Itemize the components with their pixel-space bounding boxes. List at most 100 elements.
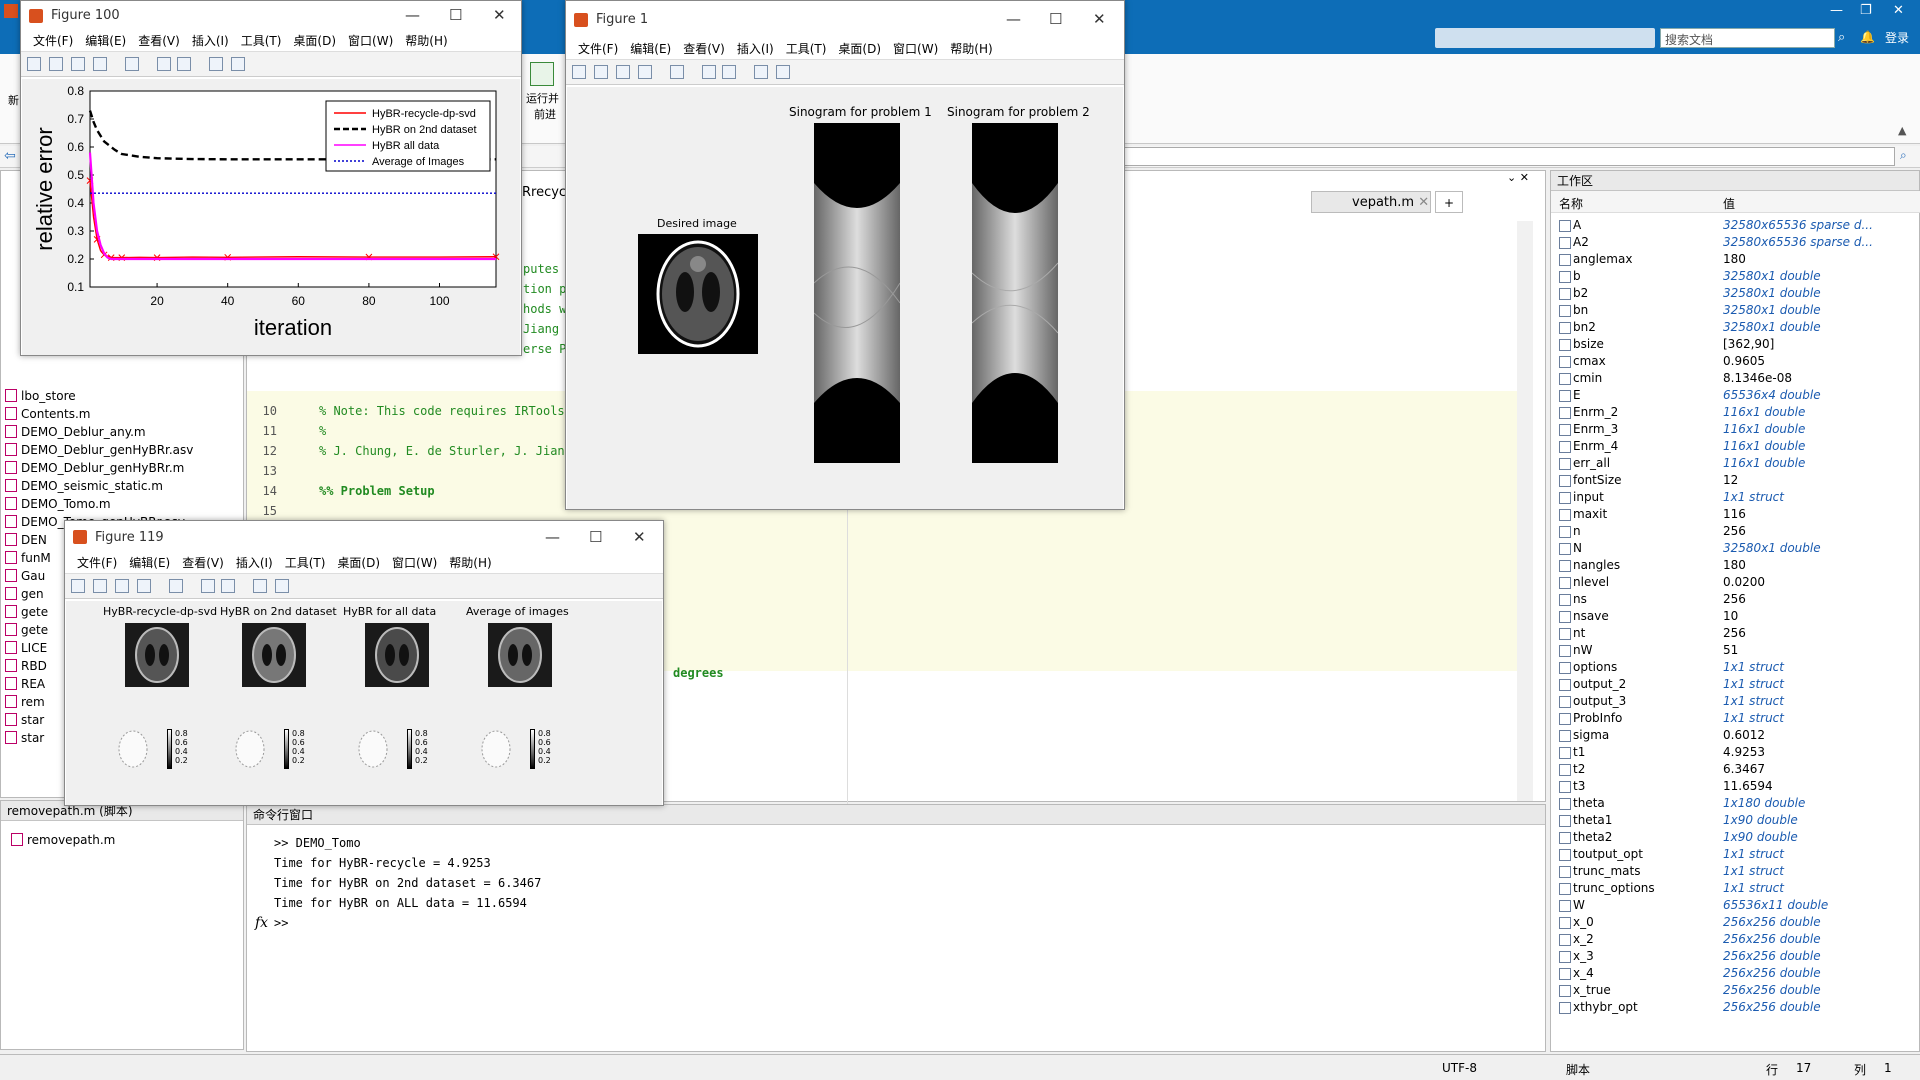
file-item[interactable]: Contents.m [5, 405, 90, 423]
run-advance-label[interactable]: 运行并 [526, 90, 559, 106]
fig-menu-item[interactable]: 查看(V) [182, 553, 224, 573]
fig-menu-item[interactable]: 编辑(E) [129, 553, 170, 573]
editor-scrollbar[interactable] [1517, 221, 1533, 801]
workspace-row[interactable]: maxit 116 [1551, 506, 1911, 523]
column-value[interactable]: 值 [1723, 195, 1735, 212]
file-item[interactable]: RBD [5, 657, 47, 675]
maximize-icon[interactable]: ☐ [449, 6, 462, 24]
file-item[interactable]: gen [5, 585, 44, 603]
open-icon[interactable] [594, 65, 608, 79]
workspace-row[interactable]: b2 32580x1 double [1551, 285, 1911, 302]
legend-icon[interactable] [177, 57, 191, 71]
new-label[interactable]: 新 [8, 92, 19, 108]
close-icon[interactable]: ✕ [633, 528, 646, 546]
workspace-row[interactable]: E 65536x4 double [1551, 387, 1911, 404]
workspace-row[interactable]: t3 11.6594 [1551, 778, 1911, 795]
workspace-row[interactable]: bsize [362,90] [1551, 336, 1911, 353]
file-item[interactable]: funM [5, 549, 51, 567]
workspace-row[interactable]: t1 4.9253 [1551, 744, 1911, 761]
fig-menu-item[interactable]: 工具(T) [786, 39, 827, 59]
workspace-row[interactable]: nangles 180 [1551, 557, 1911, 574]
file-item[interactable]: Gau [5, 567, 45, 585]
workspace-row[interactable]: Enrm_3 116x1 double [1551, 421, 1911, 438]
fig-menu-item[interactable]: 文件(F) [578, 39, 618, 59]
workspace-row[interactable]: output_3 1x1 struct [1551, 693, 1911, 710]
fig-menu-item[interactable]: 文件(F) [33, 31, 73, 51]
search-input[interactable]: 搜索文档 [1660, 28, 1835, 48]
file-item[interactable]: gete [5, 621, 48, 639]
workspace-row[interactable]: theta2 1x90 double [1551, 829, 1911, 846]
workspace-row[interactable]: ns 256 [1551, 591, 1911, 608]
property-editor-icon[interactable] [776, 65, 790, 79]
workspace-row[interactable]: anglemax 180 [1551, 251, 1911, 268]
column-name[interactable]: 名称 [1559, 195, 1583, 212]
fig-menu-item[interactable]: 帮助(H) [950, 39, 992, 59]
save-icon[interactable] [616, 65, 630, 79]
workspace-row[interactable]: ProbInfo 1x1 struct [1551, 710, 1911, 727]
file-item[interactable]: DEMO_Deblur_any.m [5, 423, 146, 441]
print-icon[interactable] [93, 57, 107, 71]
workspace-row[interactable]: bn2 32580x1 double [1551, 319, 1911, 336]
file-item[interactable]: lbo_store [5, 387, 76, 405]
command-prompt[interactable]: >> [274, 916, 288, 930]
workspace-row[interactable]: err_all 116x1 double [1551, 455, 1911, 472]
minimize-icon[interactable]: — [1830, 3, 1843, 18]
fig-menu-item[interactable]: 工具(T) [241, 31, 282, 51]
pointer-icon[interactable] [754, 65, 768, 79]
workspace-row[interactable]: x_3 256x256 double [1551, 948, 1911, 965]
pointer-icon[interactable] [253, 579, 267, 593]
code-line[interactable]: % J. Chung, E. de Sturler, J. Jiang [319, 441, 572, 461]
file-item[interactable]: rem [5, 693, 45, 711]
legend-icon[interactable] [221, 579, 235, 593]
workspace-row[interactable]: x_2 256x256 double [1551, 931, 1911, 948]
file-item[interactable]: DEN [5, 531, 47, 549]
workspace-row[interactable]: Enrm_2 116x1 double [1551, 404, 1911, 421]
file-item[interactable]: star [5, 729, 44, 747]
property-editor-icon[interactable] [231, 57, 245, 71]
fig-menu-item[interactable]: 帮助(H) [449, 553, 491, 573]
fig-menu-item[interactable]: 帮助(H) [405, 31, 447, 51]
fig-menu-item[interactable]: 编辑(E) [85, 31, 126, 51]
file-item[interactable]: DEMO_Tomo.m [5, 495, 111, 513]
fig-menu-item[interactable]: 插入(I) [192, 31, 229, 51]
fig-menu-item[interactable]: 文件(F) [77, 553, 117, 573]
print-icon[interactable] [137, 579, 151, 593]
property-editor-icon[interactable] [275, 579, 289, 593]
workspace-row[interactable]: theta 1x180 double [1551, 795, 1911, 812]
login-link[interactable]: 登录 [1885, 29, 1909, 46]
minimize-icon[interactable]: — [545, 528, 560, 546]
open-icon[interactable] [49, 57, 63, 71]
workspace-row[interactable]: x_0 256x256 double [1551, 914, 1911, 931]
code-line[interactable]: % Note: This code requires IRTools: [319, 401, 572, 421]
file-item[interactable]: DEMO_Deblur_genHyBRr.m [5, 459, 184, 477]
save-icon[interactable] [115, 579, 129, 593]
print-icon[interactable] [638, 65, 652, 79]
open-icon[interactable] [93, 579, 107, 593]
workspace-row[interactable]: t2 6.3467 [1551, 761, 1911, 778]
fig-menu-item[interactable]: 窗口(W) [392, 553, 437, 573]
workspace-row[interactable]: nlevel 0.0200 [1551, 574, 1911, 591]
colorbar-icon[interactable] [702, 65, 716, 79]
fig-menu-item[interactable]: 工具(T) [285, 553, 326, 573]
browse-icon[interactable]: ⌕ [1900, 148, 1907, 163]
new-figure-icon[interactable] [572, 65, 586, 79]
run-advance-icon[interactable] [530, 62, 554, 86]
fig-menu-item[interactable]: 查看(V) [683, 39, 725, 59]
fig-menu-item[interactable]: 查看(V) [138, 31, 180, 51]
link-plot-icon[interactable] [125, 57, 139, 71]
save-icon[interactable] [71, 57, 85, 71]
workspace-row[interactable]: input 1x1 struct [1551, 489, 1911, 506]
relative-error-chart[interactable]: 0.1 0.2 0.3 0.4 0.5 0.6 0.7 0.8 20 40 60 80 100 itera… [22, 79, 522, 355]
workspace-row[interactable]: trunc_options 1x1 struct [1551, 880, 1911, 897]
workspace-row[interactable]: options 1x1 struct [1551, 659, 1911, 676]
link-plot-icon[interactable] [670, 65, 684, 79]
workspace-row[interactable]: W 65536x11 double [1551, 897, 1911, 914]
workspace-row[interactable]: nt 256 [1551, 625, 1911, 642]
bell-icon[interactable]: 🔔 [1860, 30, 1875, 44]
fig-menu-item[interactable]: 编辑(E) [630, 39, 671, 59]
search-icon[interactable]: ⌕ [1838, 30, 1845, 45]
new-figure-icon[interactable] [71, 579, 85, 593]
file-item[interactable]: DEMO_seismic_static.m [5, 477, 163, 495]
file-item[interactable]: LICE [5, 639, 47, 657]
workspace-row[interactable]: output_2 1x1 struct [1551, 676, 1911, 693]
